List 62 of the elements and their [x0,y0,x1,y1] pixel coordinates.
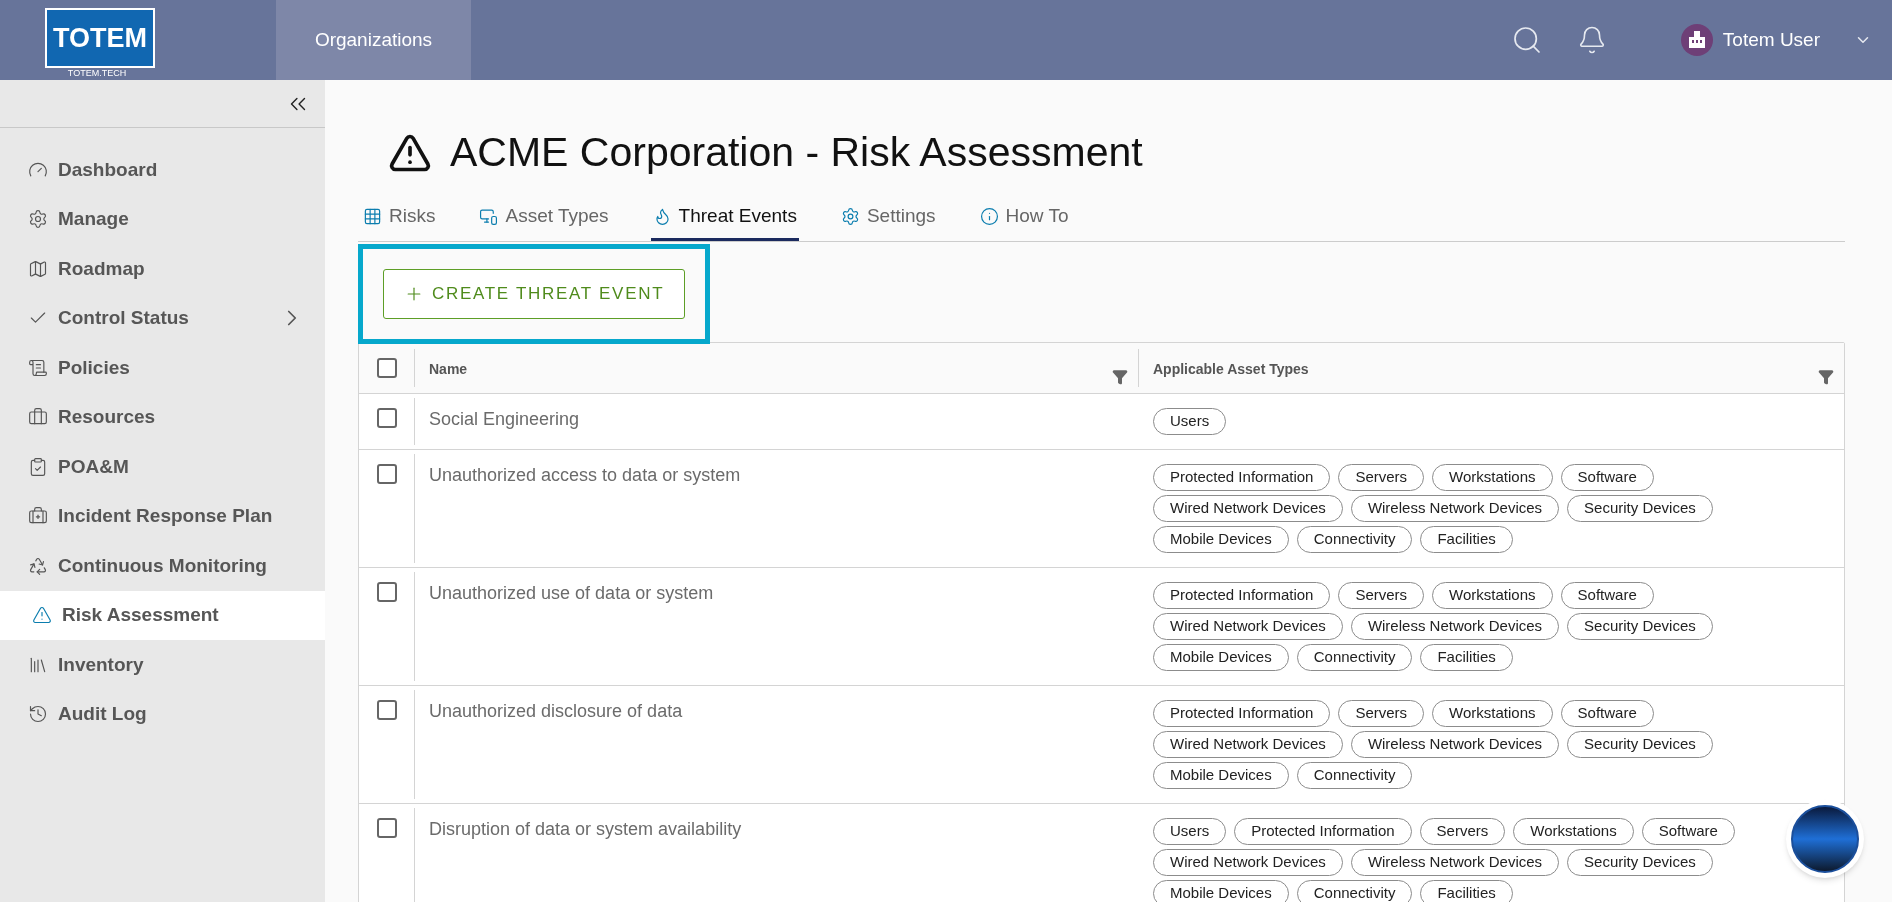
sidebar-label: Roadmap [58,256,145,281]
checkbox[interactable] [376,581,397,602]
sidebar-label: Inventory [58,652,144,677]
sidebar-item[interactable]: Policies [0,343,325,393]
scroll-icon [28,357,48,378]
filter-icon[interactable] [1818,368,1834,385]
sidebar-item[interactable]: Incident Response Plan [0,491,325,541]
sidebar-item[interactable]: Dashboard [0,145,325,195]
grid-icon [363,206,382,226]
user-avatar-icon[interactable] [1680,24,1713,56]
sidebar-label: POA&M [58,454,129,479]
threat-name: Social Engineering [429,408,580,429]
filter-icon[interactable] [1112,368,1128,385]
create-threat-event-button[interactable]: CREATE THREAT EVENT [383,269,686,319]
sidebar-item[interactable]: POA&M [0,442,325,492]
info-icon [979,206,999,226]
sidebar-label: Resources [58,405,156,429]
user-name[interactable]: Totem User [1722,25,1820,55]
sidebar-item[interactable]: Control Status [0,293,325,343]
sidebar-item[interactable]: Inventory [0,640,325,690]
clipboard-icon [28,456,48,477]
history-icon [28,704,48,725]
logo-subtext: TOTEM.TECH [66,69,128,78]
map-icon [28,258,48,279]
threat-name: Unauthorized disclosure of data [429,700,683,721]
sidebar-label: Audit Log [58,702,147,726]
sidebar-label: Control Status [58,306,189,330]
sidebar-item[interactable]: Roadmap [0,244,325,294]
sidebar-label: Continuous Monitoring [58,553,267,578]
checkbox[interactable] [376,463,397,484]
settings-icon [840,206,860,226]
logo[interactable]: TOTEM [45,8,155,68]
tab[interactable]: Settings [838,194,938,241]
settings-icon [28,209,48,230]
sidebar-item[interactable]: Risk Assessment [0,590,325,640]
tab[interactable]: Threat Events [650,194,799,241]
photo-placeholder [1791,805,1859,873]
recycle-icon [28,555,48,576]
sidebar-label: Policies [58,355,130,380]
threat-name: Disruption of data or system availability [429,818,742,839]
tab[interactable]: Asset Types [477,194,611,241]
threat-name: Unauthorized access to data or system [429,464,741,485]
checkbox[interactable] [376,407,397,428]
nav-tab[interactable]: Organizations [276,0,471,80]
sidebar-label: Manage [58,207,129,231]
page-title: ACME Corporation - Risk Assessment [450,128,1143,177]
threat-name: Unauthorized use of data or system [429,582,714,603]
sidebar-label: Incident Response Plan [58,504,273,528]
sidebar-item[interactable]: Audit Log [0,689,325,739]
column-header: Name [429,359,468,379]
sidebar-item[interactable]: Resources [0,392,325,442]
checkbox[interactable] [376,699,397,720]
checkbox[interactable] [376,357,397,378]
sidebar-label: Risk Assessment [62,603,219,627]
warning-icon [32,605,52,626]
sidebar-item[interactable]: Continuous Monitoring [0,541,325,591]
column-header: Applicable Asset Types [1153,359,1309,379]
checkbox[interactable] [376,817,397,838]
sidebar-item[interactable]: Manage [0,194,325,244]
sidebar-label: Dashboard [58,157,158,182]
tab[interactable]: Risks [361,194,438,241]
tab[interactable]: How To [977,194,1071,241]
